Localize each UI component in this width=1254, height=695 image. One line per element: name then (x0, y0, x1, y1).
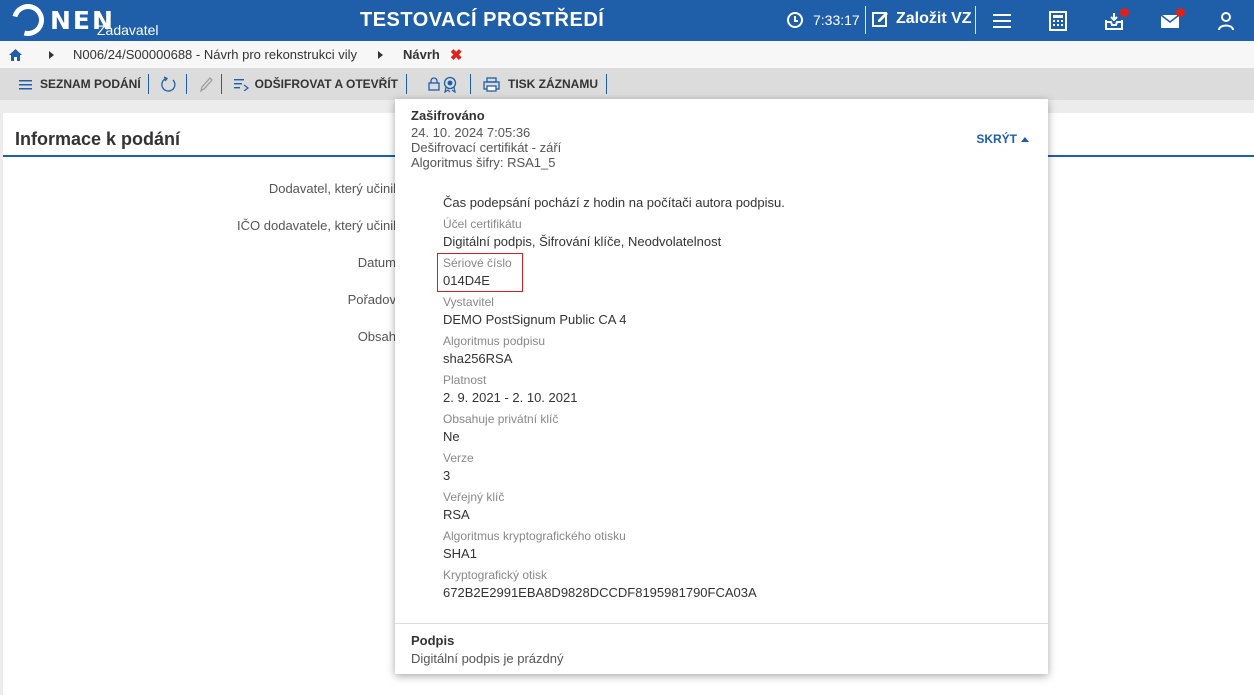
attr-value: RSA (443, 507, 470, 522)
attr-value: 672B2E2991EBA8D9828DCCDF8195981790FCA03A (443, 585, 757, 600)
attr-value: Digitální podpis, Šifrování klíče, Neodv… (443, 234, 722, 249)
section-title: Informace k podání (15, 129, 181, 149)
attr-label: Kryptografický otisk (443, 568, 548, 582)
print-record-button[interactable]: TISK ZÁZNAMU (483, 68, 598, 100)
decrypt-open-label: ODŠIFROVAT A OTEVŘÍT (254, 77, 399, 91)
toolbar-divider (470, 74, 472, 94)
print-record-label: TISK ZÁZNAMU (508, 77, 599, 91)
chevron-right-icon (377, 50, 383, 59)
field-label: Pořadov (347, 292, 396, 307)
notification-dot (1120, 8, 1129, 17)
create-vz-button[interactable]: Založit VZ (872, 10, 972, 28)
attr-label: Vystavitel (443, 295, 494, 309)
lock-icon (428, 77, 440, 91)
toolbar-divider (406, 74, 408, 94)
breadcrumb-current: Návrh (402, 47, 440, 62)
submission-list-button[interactable]: SEZNAM PODÁNÍ (19, 68, 141, 100)
attr-value: DEMO PostSignum Public CA 4 (443, 312, 627, 327)
toolbar: SEZNAM PODÁNÍ ODŠIFROVAT A OTEVŘÍT TISK … (0, 68, 1254, 100)
clock-time: 7:33:17 (813, 12, 860, 28)
hide-button[interactable]: SKRÝT (976, 132, 1029, 146)
attr-value: 014D4E (443, 273, 490, 288)
toolbar-divider (606, 74, 608, 94)
popup-title: Zašifrováno (411, 108, 485, 123)
home-icon[interactable] (9, 48, 22, 61)
attr-label: Platnost (443, 373, 487, 387)
refresh-icon[interactable] (160, 75, 177, 93)
close-icon[interactable]: ✖ (450, 46, 463, 64)
hide-label: SKRÝT (976, 132, 1017, 146)
cipher-algorithm: Algoritmus šifry: RSA1_5 (411, 155, 556, 170)
signature-title: Podpis (411, 633, 455, 648)
clock-icon (787, 12, 803, 28)
signature-value: Digitální podpis je prázdný (411, 651, 564, 666)
breadcrumb: N006/24/S00000688 - Návrh pro rekonstruk… (0, 41, 1254, 68)
attr-value: 2. 9. 2021 - 2. 10. 2021 (443, 390, 578, 405)
toolbar-divider (185, 74, 187, 94)
field-label: Dodavatel, který učinil (268, 181, 396, 196)
menu-icon[interactable] (991, 10, 1013, 32)
attr-label: Sériové číslo (443, 256, 512, 270)
calculator-icon[interactable] (1047, 10, 1069, 32)
attr-label: Obsahuje privátní klíč (443, 412, 559, 426)
submission-list-label: SEZNAM PODÁNÍ (40, 77, 141, 91)
attr-label: Algoritmus podpisu (443, 334, 546, 348)
create-vz-label: Založit VZ (896, 10, 972, 27)
attr-label: Verze (443, 451, 474, 465)
environment-title: TESTOVACÍ PROSTŘEDÍ (360, 9, 605, 31)
encryption-info-button[interactable] (428, 68, 458, 100)
certificate-icon (443, 76, 457, 93)
logo-subtitle: Zadavatel (97, 22, 159, 38)
attr-value: 3 (443, 468, 451, 483)
notification-dot (1176, 8, 1185, 17)
chevron-right-icon (49, 50, 54, 59)
toolbar-divider (220, 74, 222, 94)
encryption-date: 24. 10. 2024 7:05:36 (411, 125, 531, 140)
field-label: Datum (357, 255, 396, 270)
caret-up-icon (1021, 136, 1029, 142)
field-label: Obsah (357, 329, 396, 344)
edit-icon (872, 11, 888, 27)
breadcrumb-procurement[interactable]: N006/24/S00000688 - Návrh pro rekonstruk… (73, 47, 357, 62)
field-label: IČO dodavatele, který učinil (237, 218, 396, 233)
attr-label: Algoritmus kryptografického otisku (443, 529, 626, 543)
header-divider (975, 6, 976, 34)
top-bar: NEN Zadavatel TESTOVACÍ PROSTŘEDÍ 7:33:1… (0, 0, 1254, 42)
header-divider (865, 6, 866, 34)
logo-ring-icon (6, 0, 50, 42)
signing-time-note: Čas podepsání pochází z hodin na počítač… (443, 195, 785, 210)
pencil-icon[interactable] (199, 76, 213, 92)
attr-value: Ne (443, 429, 460, 444)
toolbar-divider (147, 74, 149, 94)
popup-divider (395, 623, 1048, 624)
printer-icon (483, 76, 500, 92)
list-icon (19, 79, 32, 89)
attr-value: SHA1 (443, 546, 477, 561)
attr-value: sha256RSA (443, 351, 513, 366)
decrypt-open-button[interactable]: ODŠIFROVAT A OTEVŘÍT (233, 68, 399, 100)
encryption-details-popup: Zašifrováno 24. 10. 2024 7:05:36 Dešifro… (395, 99, 1048, 674)
attr-label: Veřejný klíč (443, 490, 505, 504)
user-icon[interactable] (1215, 10, 1237, 32)
session-clock: 7:33:17 (787, 12, 860, 28)
sort-icon (233, 79, 249, 91)
attr-label: Účel certifikátu (443, 217, 522, 231)
decryption-certificate: Dešifrovací certifikát - září (411, 140, 562, 155)
